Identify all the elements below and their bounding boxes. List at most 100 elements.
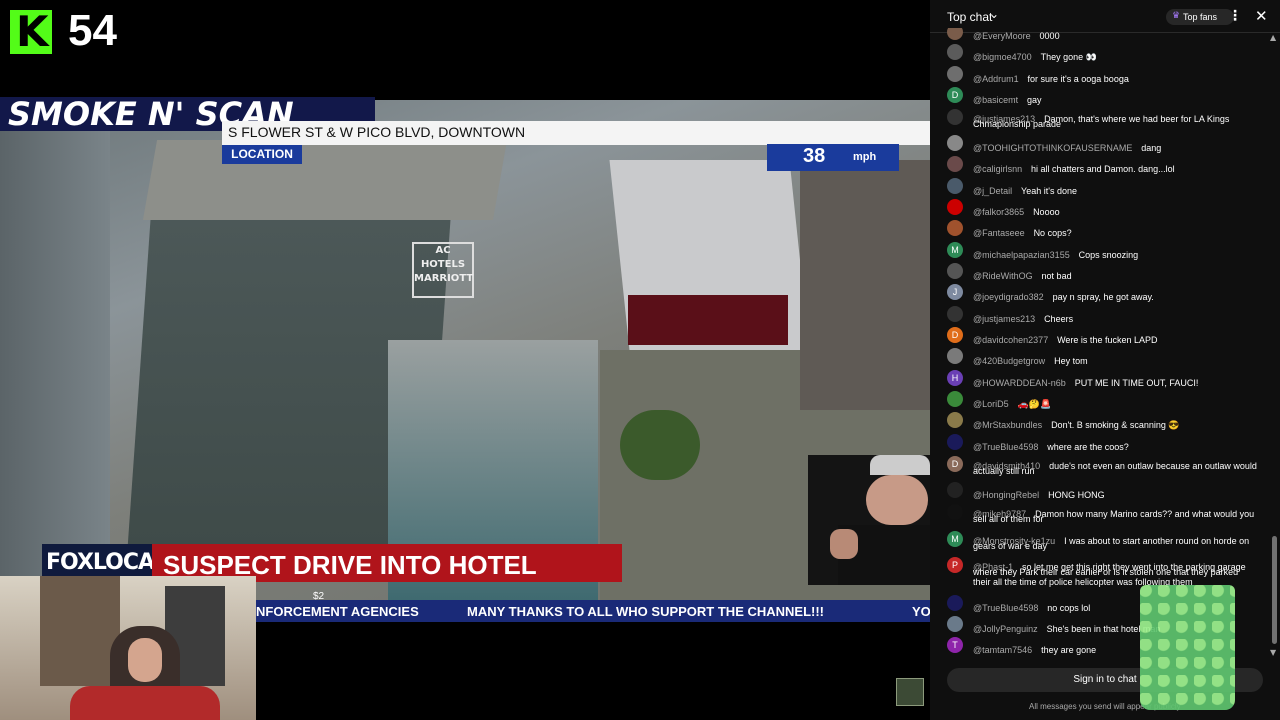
author-name[interactable]: @JollyPenguinz [973, 624, 1038, 634]
author-name[interactable]: @basicemt [973, 95, 1018, 105]
message-text: where they Park their car earlier or is … [973, 567, 1239, 577]
chevron-down-icon[interactable]: ⌄ [989, 7, 999, 21]
author-name[interactable]: @joeydigrado382 [973, 292, 1044, 302]
message-text: gay [1027, 95, 1042, 105]
avatar[interactable] [947, 391, 963, 407]
chat-messages: @EveryMoore 0000 @bigmoe4700 They gone 👀… [930, 28, 1270, 658]
kick-logo: K [10, 10, 52, 54]
speed-value: 38 [803, 145, 826, 167]
author-name[interactable]: @Fantaseee [973, 228, 1025, 238]
message-text: Cheers [1044, 314, 1074, 324]
message-text: dang [1141, 143, 1162, 153]
avatar[interactable]: D [947, 456, 963, 472]
avatar[interactable] [947, 66, 963, 82]
speed-unit: mph [853, 151, 877, 163]
author-name[interactable]: @RideWithOG [973, 271, 1033, 281]
video-player[interactable]: AC HOTELS MARRIOTT K 54 SMOKE N' SCAN S … [0, 0, 930, 720]
message-text: 0000 [1039, 31, 1060, 41]
author-name[interactable]: @falkor3865 [973, 207, 1024, 217]
decorative-cup-overlay [1140, 585, 1235, 710]
avatar[interactable]: P [947, 557, 963, 573]
author-name[interactable]: @caligirlsnn [973, 164, 1022, 174]
message-text: Don't. B smoking & scanning 😎 [1051, 420, 1180, 430]
message-text: not bad [1041, 271, 1072, 281]
ticker-text: YO [912, 604, 930, 619]
avatar[interactable] [947, 412, 963, 428]
author-name[interactable]: @LoriD5 [973, 399, 1009, 409]
aerial-footage: AC HOTELS MARRIOTT [0, 100, 930, 600]
message-text: no cops lol [1047, 603, 1091, 613]
message-text: Hey tom [1054, 356, 1088, 366]
chat-mode-label[interactable]: Top chat [947, 10, 992, 24]
avatar[interactable] [947, 348, 963, 364]
scroll-thumb[interactable] [1272, 536, 1277, 644]
author-name[interactable]: @j_Detail [973, 186, 1012, 196]
message-text: Noooo [1033, 207, 1060, 217]
avatar[interactable] [947, 178, 963, 194]
avatar[interactable] [947, 504, 963, 520]
channel-watermark-icon [896, 678, 924, 706]
author-name[interactable]: @TrueBlue4598 [973, 603, 1038, 613]
author-name[interactable]: @TrueBlue4598 [973, 442, 1038, 452]
author-name[interactable]: @bigmoe4700 [973, 52, 1032, 62]
close-icon[interactable]: ✕ [1255, 7, 1268, 25]
webcam-overlay [0, 576, 256, 720]
avatar[interactable]: D [947, 327, 963, 343]
avatar[interactable] [947, 44, 963, 60]
avatar[interactable]: M [947, 242, 963, 258]
message-text: Chmapionship parade [973, 119, 1062, 129]
message-text: Cops snoozing [1078, 250, 1139, 260]
author-name[interactable]: @Addrum1 [973, 74, 1019, 84]
hotel-sign: AC HOTELS MARRIOTT [412, 242, 474, 298]
more-options-icon[interactable]: ⋮ [1228, 8, 1242, 24]
avatar[interactable]: H [947, 370, 963, 386]
ticker-text: MANY THANKS TO ALL WHO SUPPORT THE CHANN… [467, 604, 825, 619]
speed-readout: 38 mph [767, 144, 899, 171]
avatar[interactable] [947, 434, 963, 450]
message-text: for sure it's a ooga booga [1027, 74, 1129, 84]
street-name: S FLOWER ST & W PICO BLVD, DOWNTOWN [228, 124, 526, 140]
avatar[interactable] [947, 263, 963, 279]
streamer-cam [808, 455, 930, 585]
message-text: Were is the fucken LAPD [1057, 335, 1158, 345]
avatar[interactable]: T [947, 637, 963, 653]
author-name[interactable]: @michaelpapazian3155 [973, 250, 1070, 260]
network-logo: FOXLOCAL [46, 550, 168, 575]
author-name[interactable]: @HOWARDDEAN-n6b [973, 378, 1066, 388]
top-fans-badge[interactable]: ♛ Top fans [1166, 9, 1234, 25]
author-name[interactable]: @tamtam7546 [973, 645, 1032, 655]
author-name[interactable]: @MrStaxbundles [973, 420, 1042, 430]
avatar[interactable] [947, 595, 963, 611]
author-name[interactable]: @420Budgetgrow [973, 356, 1045, 366]
message-text: No cops? [1033, 228, 1072, 238]
avatar[interactable] [947, 135, 963, 151]
avatar[interactable] [947, 306, 963, 322]
author-name[interactable]: @HongingRebel [973, 490, 1039, 500]
author-name[interactable]: @justjames213 [973, 314, 1035, 324]
avatar[interactable] [947, 156, 963, 172]
message-text: where are the coos? [1047, 442, 1129, 452]
author-name[interactable]: @TOOHIGHTOTHINKOFAUSERNAME [973, 143, 1132, 153]
avatar[interactable] [947, 28, 963, 40]
ticker-text: NFORCEMENT AGENCIES [256, 604, 419, 619]
message-text: sell all of them for [973, 514, 1044, 524]
avatar[interactable] [947, 220, 963, 236]
author-name[interactable]: @EveryMoore [973, 31, 1031, 41]
message-text: PUT ME IN TIME OUT, FAUCI! [1074, 378, 1199, 388]
message-text: pay n spray, he got away. [1052, 292, 1154, 302]
scroll-down-arrow-icon[interactable]: ▼ [1270, 648, 1276, 657]
avatar[interactable] [947, 616, 963, 632]
avatar[interactable] [947, 109, 963, 125]
author-name[interactable]: @davidcohen2377 [973, 335, 1048, 345]
message-text: gears of war e day [973, 541, 1048, 551]
message-text: hi all chatters and Damon. dang...lol [1031, 164, 1175, 174]
message-text: HONG HONG [1048, 490, 1105, 500]
message-text: 🚗🤔🚨 [1017, 399, 1052, 409]
avatar[interactable]: J [947, 284, 963, 300]
message-text: Yeah it's done [1021, 186, 1077, 196]
top-fans-label: Top fans [1183, 12, 1218, 22]
avatar[interactable] [947, 482, 963, 498]
avatar[interactable]: D [947, 87, 963, 103]
avatar[interactable]: M [947, 531, 963, 547]
avatar[interactable] [947, 199, 963, 215]
